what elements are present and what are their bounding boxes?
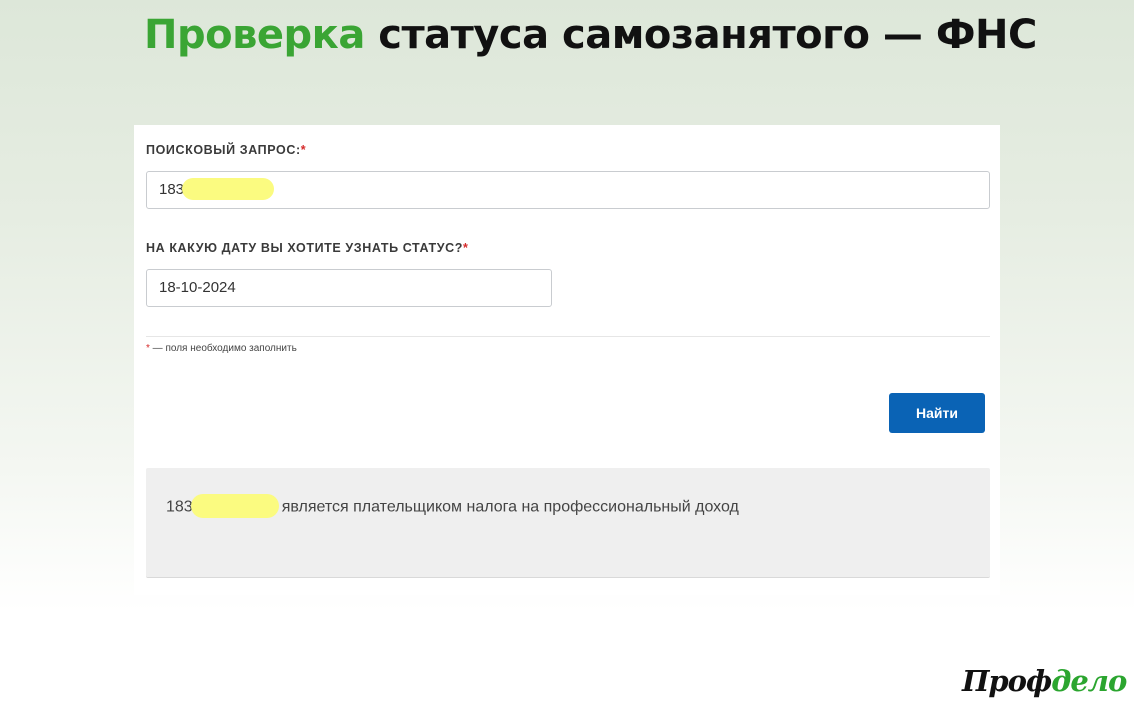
result-panel: 183 является плательщиком налога на профе… bbox=[146, 468, 990, 578]
page-title-rest: статуса самозанятого — ФНС bbox=[364, 12, 1037, 58]
required-asterisk: * bbox=[300, 143, 307, 157]
date-label-text: НА КАКУЮ ДАТУ ВЫ ХОТИТЕ УЗНАТЬ СТАТУС? bbox=[146, 241, 463, 255]
page-title-accent: Проверка bbox=[144, 12, 365, 58]
required-fields-note: * — поля необходимо заполнить bbox=[146, 343, 297, 354]
result-message: 183 является плательщиком налога на профе… bbox=[166, 494, 739, 518]
form-divider bbox=[146, 336, 990, 337]
date-label: НА КАКУЮ ДАТУ ВЫ ХОТИТЕ УЗНАТЬ СТАТУС?* bbox=[146, 241, 468, 255]
query-label: ПОИСКОВЫЙ ЗАПРОС:* bbox=[146, 143, 306, 157]
required-asterisk: * bbox=[462, 241, 469, 255]
profdelo-logo: Профдело bbox=[962, 664, 1127, 698]
date-value: 18-10-2024 bbox=[159, 279, 236, 296]
query-value: 183 bbox=[159, 181, 185, 198]
redacted-inn-highlight bbox=[182, 177, 275, 200]
search-button[interactable]: Найти bbox=[889, 393, 985, 433]
date-input[interactable]: 18-10-2024 bbox=[146, 269, 552, 307]
logo-part-2: дело bbox=[1051, 664, 1127, 698]
status-check-form: ПОИСКОВЫЙ ЗАПРОС:* 183 НА КАКУЮ ДАТУ ВЫ … bbox=[134, 125, 1000, 595]
result-inn-prefix: 183 bbox=[166, 498, 193, 516]
query-label-text: ПОИСКОВЫЙ ЗАПРОС: bbox=[146, 143, 301, 157]
query-input[interactable]: 183 bbox=[146, 171, 990, 209]
page-title: Проверка статуса самозанятого — ФНС bbox=[144, 12, 1037, 58]
required-note-text: — поля необходимо заполнить bbox=[149, 343, 297, 354]
result-message-text: является плательщиком налога на професси… bbox=[281, 498, 739, 516]
logo-part-1: Проф bbox=[962, 664, 1052, 698]
redacted-inn-highlight bbox=[190, 494, 279, 518]
